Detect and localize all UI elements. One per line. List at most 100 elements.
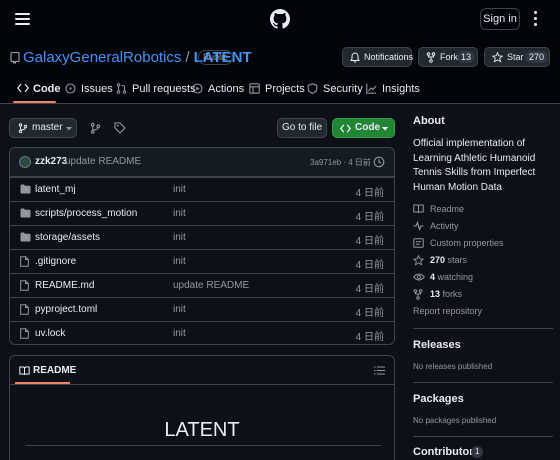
note-icon xyxy=(413,238,424,248)
star-count: 270 xyxy=(525,51,549,63)
forks-count: 13 xyxy=(430,289,441,299)
branches-icon[interactable] xyxy=(90,122,101,134)
notifications-button[interactable]: Notifications xyxy=(342,47,413,67)
file-name[interactable]: scripts/process_motion xyxy=(35,208,137,219)
readme-title: LATENT xyxy=(164,419,240,441)
play-icon xyxy=(192,83,203,94)
repo-header: GalaxyGeneralRobotics / LATENT Public Noti… xyxy=(0,38,560,104)
file-commit-message[interactable]: init xyxy=(173,184,186,195)
menu-icon[interactable] xyxy=(15,13,30,25)
file-commit-message[interactable]: init xyxy=(173,304,186,315)
releases-heading[interactable]: Releases xyxy=(413,339,461,351)
file-row[interactable]: README.md update README 4 日前 xyxy=(10,273,394,297)
star-icon xyxy=(413,255,424,266)
avatar[interactable] xyxy=(19,156,31,168)
file-name[interactable]: README.md xyxy=(35,280,94,291)
releases-note: No releases published xyxy=(413,362,493,371)
file-icon xyxy=(20,328,29,339)
tab-actions-label: Actions xyxy=(208,83,245,95)
commit-hash-date[interactable]: 3a971eb · 4 日前 xyxy=(310,157,371,168)
file-name[interactable]: latent_mj xyxy=(35,184,76,195)
file-icon xyxy=(20,256,29,267)
star-button[interactable]: Star 270 xyxy=(484,47,550,67)
file-commit-message[interactable]: update README xyxy=(173,280,249,291)
code-button[interactable]: Code xyxy=(332,118,395,138)
branch-selector[interactable]: master xyxy=(9,118,77,138)
code-button-icon xyxy=(340,124,351,133)
branch-name: master xyxy=(32,122,63,133)
file-date: 4 日前 xyxy=(355,260,384,271)
commit-message[interactable]: update README xyxy=(65,156,141,167)
file-row[interactable]: .gitignore init 4 日前 xyxy=(10,249,394,273)
readme-tab-indicator xyxy=(15,382,70,384)
repo-owner-link[interactable]: GalaxyGeneralRobotics xyxy=(23,49,181,66)
repo-icon xyxy=(10,52,20,64)
file-row[interactable]: storage/assets init 4 日前 xyxy=(10,225,394,249)
file-row[interactable]: pyproject.toml init 4 日前 xyxy=(10,297,394,321)
report-repository-label: Report repository xyxy=(413,306,483,316)
branch-icon xyxy=(18,123,28,133)
graph-icon xyxy=(366,83,377,94)
pulse-icon xyxy=(413,221,424,231)
file-commit-message[interactable]: init xyxy=(173,208,186,219)
go-to-file-button[interactable]: Go to file xyxy=(277,118,327,138)
github-logo-icon[interactable] xyxy=(270,9,290,29)
stars-label: stars xyxy=(447,255,468,265)
commit-author[interactable]: zzk273 xyxy=(35,156,67,167)
table-icon xyxy=(249,83,260,94)
about-description: Official implementation of Learning Athl… xyxy=(413,138,536,193)
watching-label: watching xyxy=(437,272,474,282)
readme-divider xyxy=(25,445,381,446)
watching-count: 4 xyxy=(430,272,436,282)
contributors-heading[interactable]: Contributors xyxy=(413,446,480,458)
file-name[interactable]: uv.lock xyxy=(35,328,65,339)
sidebar-divider xyxy=(413,436,553,437)
sidebar-divider xyxy=(413,328,553,329)
packages-heading[interactable]: Packages xyxy=(413,393,464,405)
bell-icon xyxy=(350,52,360,63)
file-name[interactable]: pyproject.toml xyxy=(35,304,97,315)
sign-in-button[interactable]: Sign in xyxy=(480,8,520,30)
tab-insights-label: Insights xyxy=(382,83,420,95)
file-name[interactable]: storage/assets xyxy=(35,232,100,243)
fork-icon xyxy=(413,289,423,300)
folder-icon xyxy=(20,232,31,242)
custom-properties-label: Custom properties xyxy=(430,238,504,248)
tab-projects-label: Projects xyxy=(265,83,305,95)
code-icon xyxy=(17,83,29,93)
file-row[interactable]: latent_mj init 4 日前 xyxy=(10,177,394,201)
file-commit-message[interactable]: init xyxy=(173,328,186,339)
about-heading: About xyxy=(413,115,445,127)
file-date: 4 日前 xyxy=(355,188,384,199)
tab-security-label: Security xyxy=(323,83,363,95)
outline-list-icon[interactable] xyxy=(374,366,385,375)
latest-commit-bar: zzk273 update README 3a971eb · 4 日前 xyxy=(10,148,394,177)
fork-count: 13 xyxy=(457,51,476,63)
code-button-label: Code xyxy=(355,122,380,133)
tab-issues-label: Issues xyxy=(81,83,113,95)
file-row[interactable]: scripts/process_motion init 4 日前 xyxy=(10,201,394,225)
sidebar-divider xyxy=(413,382,553,383)
file-date: 4 日前 xyxy=(355,284,384,295)
readme-panel: README LATENT xyxy=(9,355,395,460)
folder-icon xyxy=(20,184,31,194)
history-icon[interactable] xyxy=(373,156,385,168)
file-list: zzk273 update README 3a971eb · 4 日前 late… xyxy=(9,147,395,345)
fork-icon xyxy=(426,52,436,63)
eye-icon xyxy=(413,272,425,282)
more-options-icon[interactable] xyxy=(526,11,544,27)
file-row[interactable]: uv.lock init 4 日前 xyxy=(10,321,394,344)
file-name[interactable]: .gitignore xyxy=(35,256,76,267)
contributors-count: 1 xyxy=(471,446,484,458)
repo-separator: / xyxy=(185,49,190,66)
tag-icon[interactable] xyxy=(114,122,126,134)
tab-code-label: Code xyxy=(33,83,61,95)
file-commit-message[interactable]: init xyxy=(173,256,186,267)
fork-button[interactable]: Fork 13 xyxy=(418,47,478,67)
file-commit-message[interactable]: init xyxy=(173,232,186,243)
folder-icon xyxy=(20,208,31,218)
file-date: 4 日前 xyxy=(355,212,384,223)
global-header: Sign in xyxy=(0,0,560,38)
activity-link-label: Activity xyxy=(430,221,459,231)
file-date: 4 日前 xyxy=(355,236,384,247)
